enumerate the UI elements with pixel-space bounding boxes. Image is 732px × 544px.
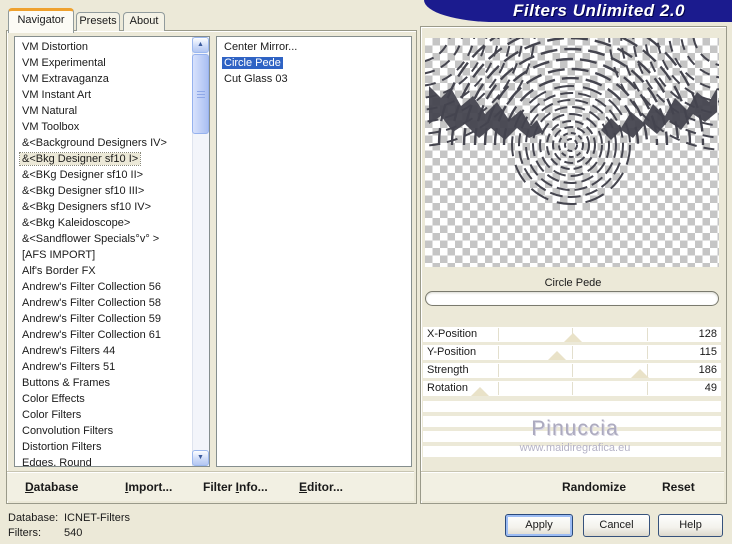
tab-navigator-label: Navigator (17, 14, 65, 26)
category-item[interactable]: &<BKg Designer sf10 II> (15, 167, 209, 183)
category-scrollbar[interactable]: ▲ ▼ (192, 37, 209, 466)
slider-tick (497, 382, 499, 395)
help-button[interactable]: Help (658, 514, 723, 537)
tab-presets-label: Presets (79, 15, 117, 27)
database-status-value: ICNET-Filters (64, 512, 130, 524)
scrollbar-grip-icon (197, 91, 205, 98)
category-item[interactable]: VM Experimental (15, 55, 209, 71)
category-item[interactable]: &<Bkg Designer sf10 I> (15, 151, 209, 167)
filter-preview-image[interactable] (425, 38, 719, 267)
slider-tick (497, 346, 499, 359)
filter-item[interactable]: Circle Pede (217, 55, 411, 71)
filter-listbox[interactable]: Center Mirror... Circle Pede Cut Glass 03 (216, 36, 412, 467)
category-item[interactable]: Andrew's Filter Collection 58 (15, 295, 209, 311)
category-item[interactable]: VM Extravaganza (15, 71, 209, 87)
filters-unlimited-dialog: Filters Unlimited 2.0 Navigator Presets … (0, 0, 732, 544)
scroll-up-icon[interactable]: ▲ (192, 37, 209, 53)
title-banner: Filters Unlimited 2.0 (424, 0, 732, 22)
category-item[interactable]: Distortion Filters (15, 439, 209, 455)
category-item[interactable]: VM Distortion (15, 39, 209, 55)
editor-button[interactable]: Editor... (299, 480, 343, 494)
import-button[interactable]: Import... (125, 480, 172, 494)
slider-thumb[interactable] (563, 333, 582, 342)
category-listbox[interactable]: VM Distortion VM Experimental VM Extravaga… (14, 36, 210, 467)
reset-button[interactable]: Reset (662, 480, 695, 494)
category-item[interactable]: VM Toolbox (15, 119, 209, 135)
category-item[interactable]: &<Background Designers IV> (15, 135, 209, 151)
app-title: Filters Unlimited 2.0 (512, 1, 686, 20)
watermark-name: Pinuccia (531, 417, 619, 440)
slider-y-position[interactable]: Y-Position 115 (423, 345, 721, 360)
slider-value: 186 (698, 364, 717, 376)
slider-x-position[interactable]: X-Position 128 (423, 327, 721, 342)
tab-about[interactable]: About (123, 12, 165, 31)
category-item[interactable]: Buttons & Frames (15, 375, 209, 391)
category-item[interactable]: Edges, Round (15, 455, 209, 466)
slider-tick (497, 328, 499, 341)
left-button-strip: Database Import... Filter Info... Editor… (7, 473, 414, 501)
slider-label: Strength (427, 364, 469, 376)
filters-status-label: Filters: (8, 527, 41, 539)
slider-value: 128 (698, 328, 717, 340)
progress-bar (425, 291, 719, 306)
category-item[interactable]: Convolution Filters (15, 423, 209, 439)
empty-slider-row (423, 401, 721, 412)
watermark: Pinuccia www.maidiregrafica.eu (460, 417, 690, 454)
slider-tick (572, 346, 573, 359)
filter-item[interactable]: Center Mirror... (217, 39, 411, 55)
category-item[interactable]: &<Bkg Kaleidoscope> (15, 215, 209, 231)
category-item[interactable]: Andrew's Filters 44 (15, 343, 209, 359)
category-items: VM Distortion VM Experimental VM Extravaga… (15, 39, 209, 466)
slider-tick (646, 328, 648, 341)
database-button[interactable]: Database (25, 480, 78, 494)
category-item[interactable]: [AFS IMPORT] (15, 247, 209, 263)
slider-thumb[interactable] (471, 387, 490, 396)
scrollbar-thumb[interactable] (192, 54, 209, 134)
slider-label: Rotation (427, 382, 468, 394)
slider-tick (497, 364, 499, 377)
category-item[interactable]: Color Filters (15, 407, 209, 423)
slider-value: 115 (699, 346, 717, 358)
category-item[interactable]: Color Effects (15, 391, 209, 407)
slider-tick (572, 364, 573, 377)
slider-label: X-Position (427, 328, 478, 340)
selected-filter-name: Circle Pede (544, 277, 602, 289)
category-item[interactable]: Alf's Border FX (15, 263, 209, 279)
filter-info-button[interactable]: Filter Info... (203, 480, 268, 494)
slider-rotation[interactable]: Rotation 49 (423, 381, 721, 396)
slider-value: 49 (704, 382, 717, 394)
filters-status-value: 540 (64, 527, 83, 539)
category-item[interactable]: Andrew's Filter Collection 59 (15, 311, 209, 327)
cancel-button[interactable]: Cancel (583, 514, 650, 537)
category-item[interactable]: Andrew's Filter Collection 61 (15, 327, 209, 343)
filter-item[interactable]: Cut Glass 03 (217, 71, 411, 87)
slider-tick (646, 382, 648, 395)
tab-presets[interactable]: Presets (76, 12, 120, 31)
apply-button[interactable]: Apply (505, 514, 573, 537)
slider-strength[interactable]: Strength 186 (423, 363, 721, 378)
tab-about-label: About (129, 15, 159, 27)
slider-thumb[interactable] (631, 369, 650, 378)
category-item[interactable]: VM Instant Art (15, 87, 209, 103)
tab-navigator[interactable]: Navigator (8, 8, 74, 33)
slider-tick (572, 382, 573, 395)
randomize-button[interactable]: Randomize (562, 480, 626, 494)
slider-thumb[interactable] (548, 351, 567, 360)
category-item[interactable]: Andrew's Filters 51 (15, 359, 209, 375)
database-status-label: Database: (8, 512, 59, 524)
category-item[interactable]: &<Bkg Designers sf10 IV> (15, 199, 209, 215)
ripple-artwork (425, 38, 719, 205)
category-item[interactable]: VM Natural (15, 103, 209, 119)
right-button-strip: Randomize Reset (421, 473, 724, 501)
category-item[interactable]: &<Sandflower Specials°v° > (15, 231, 209, 247)
slider-label: Y-Position (427, 346, 477, 358)
category-item[interactable]: Andrew's Filter Collection 56 (15, 279, 209, 295)
category-item[interactable]: &<Bkg Designer sf10 III> (15, 183, 209, 199)
scroll-down-icon[interactable]: ▼ (192, 450, 209, 466)
slider-tick (646, 346, 648, 359)
watermark-url: www.maidiregrafica.eu (519, 442, 631, 454)
